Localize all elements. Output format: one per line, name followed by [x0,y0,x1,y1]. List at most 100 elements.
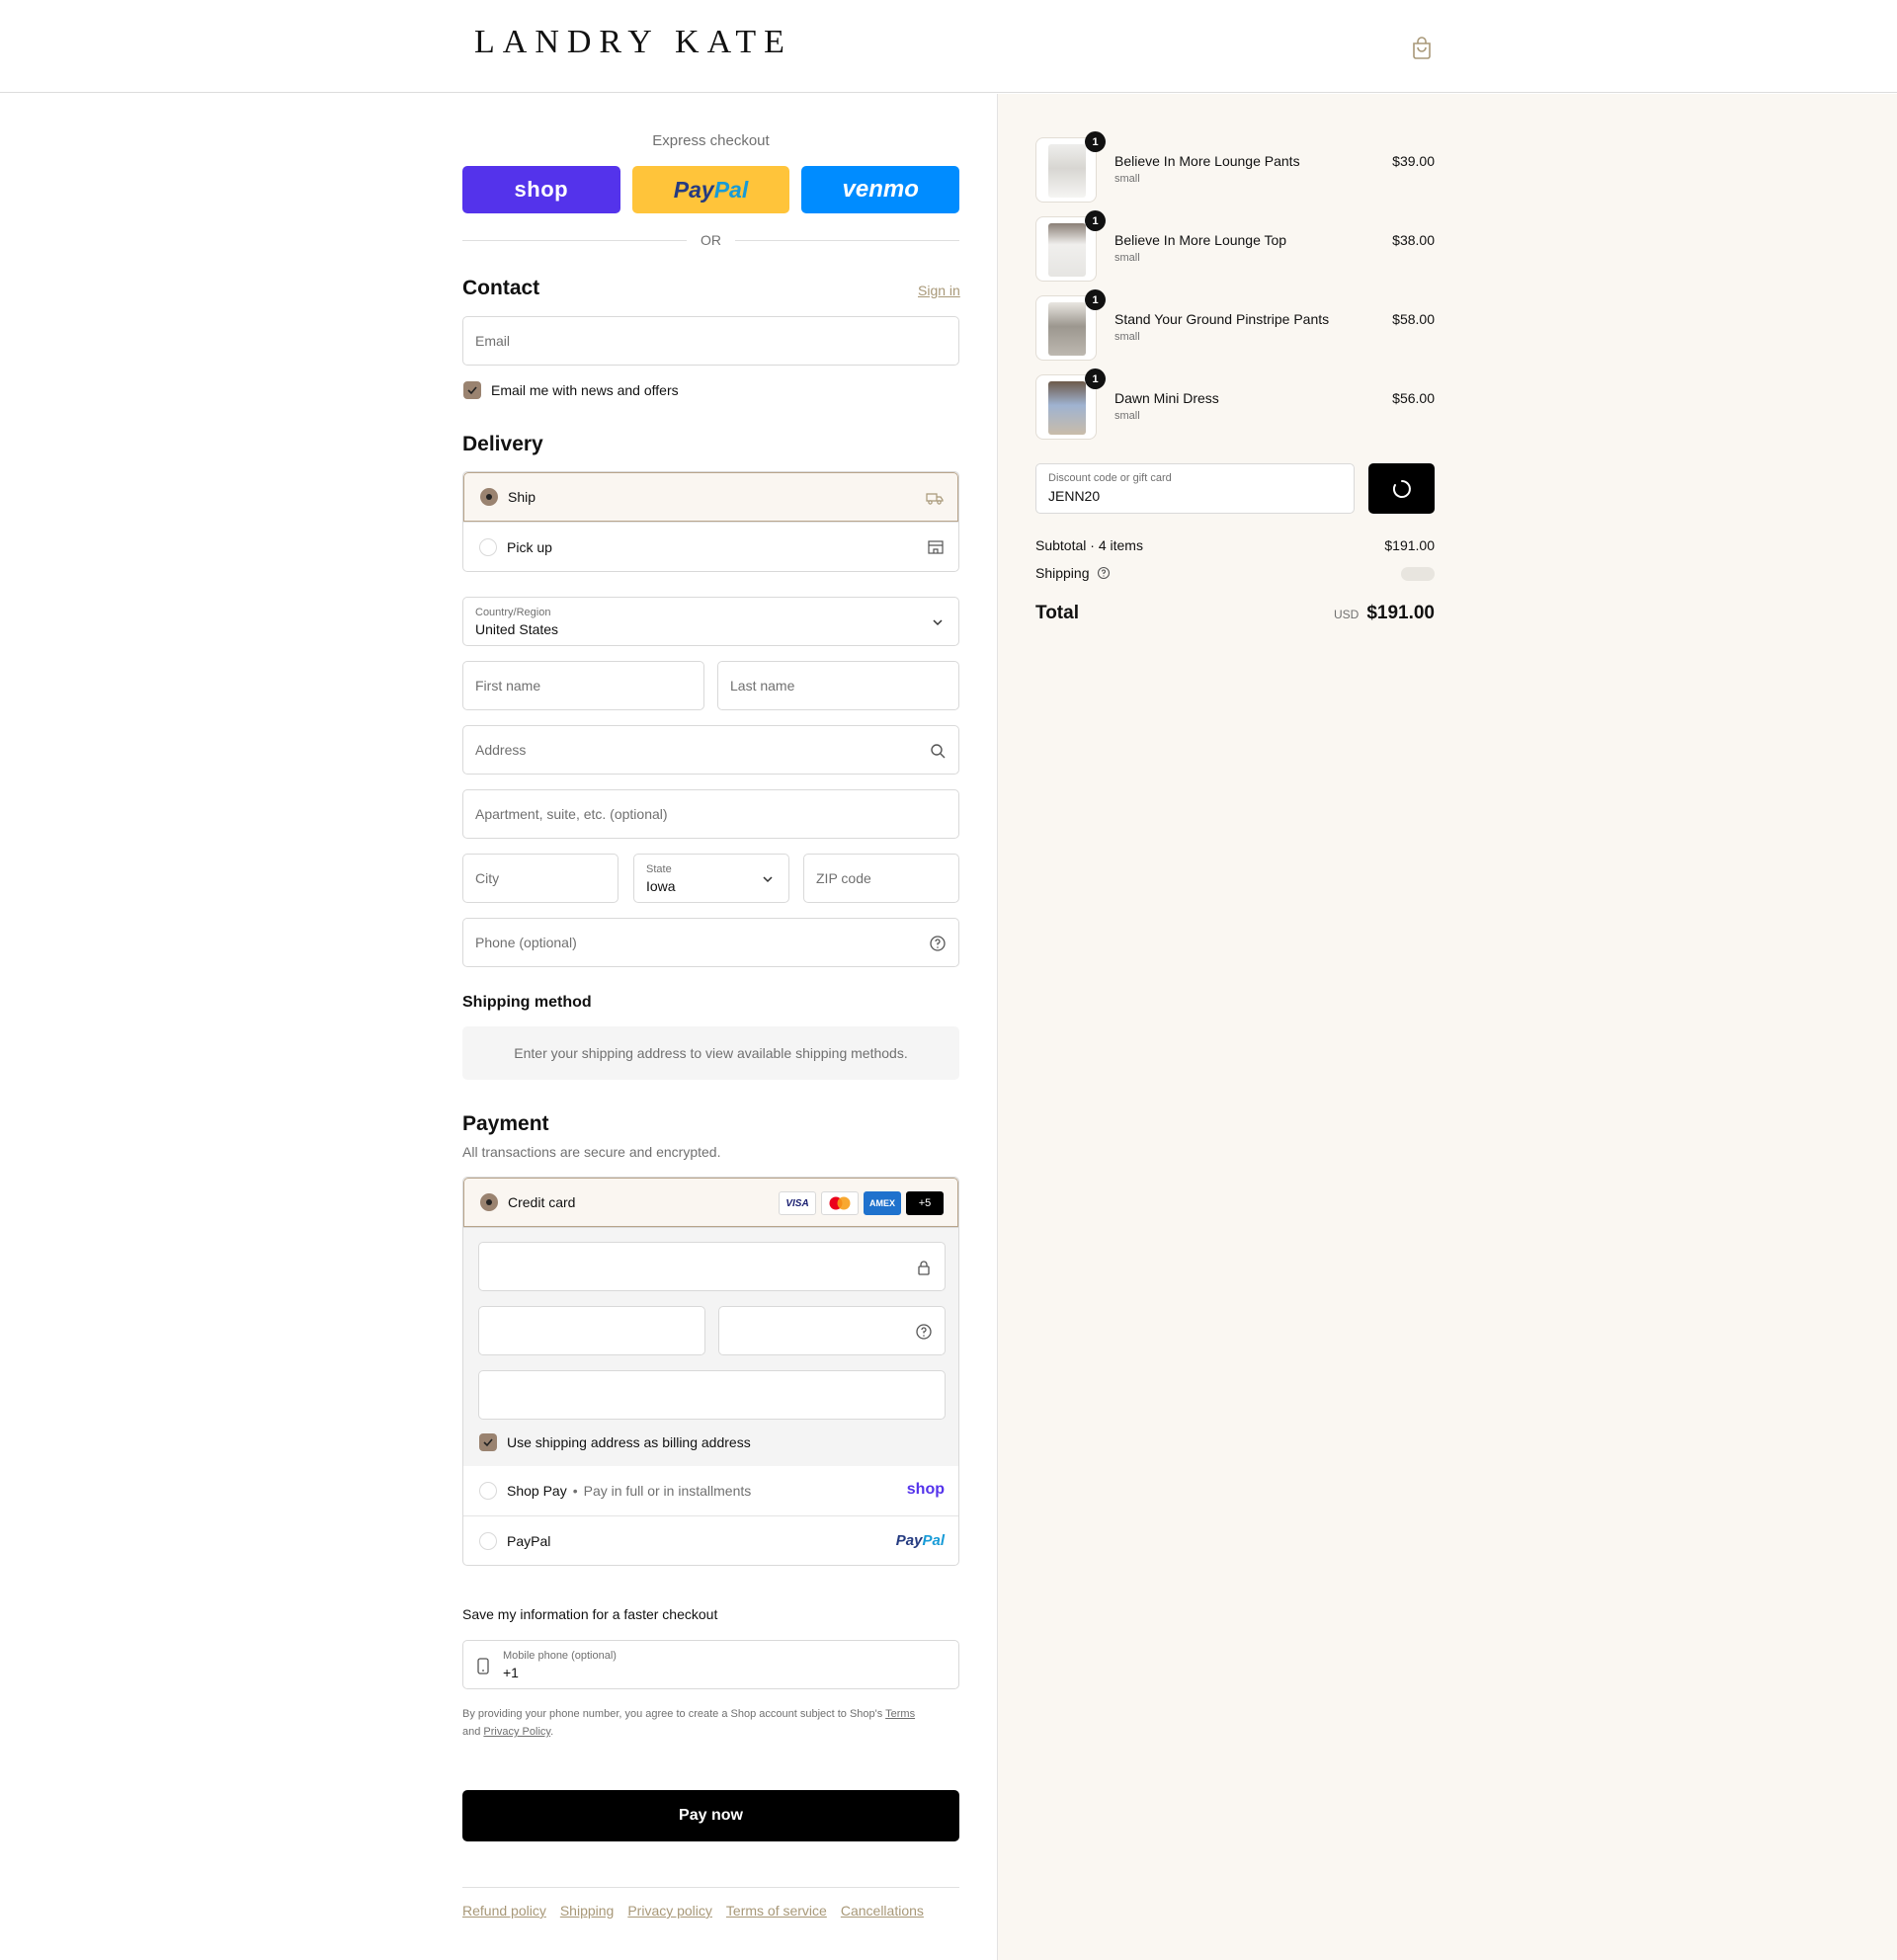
payment-heading: Payment [462,1112,549,1135]
item-variant: small [1114,252,1140,264]
store-logo[interactable]: LANDRY KATE [474,24,792,61]
subtotal-label: Subtotal · 4 items [1035,537,1143,553]
footer-link-terms-of-service[interactable]: Terms of service [726,1903,827,1919]
privacy-policy-link[interactable]: Privacy Policy [483,1726,550,1738]
delivery-option-ship[interactable]: Ship [463,472,958,522]
payment-options: Credit card VISA AMEX +5 Use shipping ad… [462,1177,959,1566]
delivery-heading: Delivery [462,433,543,455]
country-select[interactable]: Country/Region United States [462,597,959,646]
discount-value: JENN20 [1048,488,1101,504]
credit-card-form: Use shipping address as billing address [463,1227,958,1466]
news-offers-checkbox-row[interactable]: Email me with news and offers [463,381,679,399]
order-item: 1 Believe In More Lounge Top small $38.0… [1035,210,1435,282]
or-text: OR [701,232,721,248]
address-field[interactable]: Address [462,725,959,775]
apply-discount-button[interactable] [1368,463,1435,514]
footer-link-cancellations[interactable]: Cancellations [841,1903,924,1919]
country-value: United States [475,621,559,637]
order-item: 1 Believe In More Lounge Pants small $39… [1035,131,1435,203]
quantity-badge: 1 [1085,289,1106,310]
item-name: Dawn Mini Dress [1114,390,1219,406]
first-name-field[interactable]: First name [462,661,704,710]
paypal-radio[interactable] [479,1531,497,1550]
discount-label: Discount code or gift card [1048,472,1172,484]
state-label: State [646,863,672,875]
zip-placeholder: ZIP code [816,870,871,886]
apartment-placeholder: Apartment, suite, etc. (optional) [475,806,668,822]
legal-prefix: By providing your phone number, you agre… [462,1708,883,1720]
shopping-bag-icon[interactable] [1411,36,1433,59]
last-name-field[interactable]: Last name [717,661,959,710]
legal-text: By providing your phone number, you agre… [462,1705,959,1741]
mastercard-icon [821,1191,859,1215]
ship-label: Ship [508,489,536,505]
subtotal-row: Subtotal · 4 items $191.00 [1035,537,1435,553]
mobile-phone-icon [477,1658,489,1674]
store-icon [928,540,944,554]
pickup-label: Pick up [507,538,552,555]
chevron-down-icon [763,876,773,883]
name-on-card-field[interactable] [478,1370,946,1420]
ship-radio[interactable] [480,488,498,506]
help-circle-icon[interactable] [929,935,947,952]
amex-icon: AMEX [864,1191,901,1215]
delivery-option-pickup[interactable]: Pick up [463,522,958,571]
credit-card-radio[interactable] [480,1193,498,1211]
legal-and: and [462,1726,481,1738]
apartment-field[interactable]: Apartment, suite, etc. (optional) [462,789,959,839]
zip-field[interactable]: ZIP code [803,854,959,903]
footer-link-shipping[interactable]: Shipping [560,1903,615,1919]
check-icon [483,1438,493,1447]
currency-code: USD [1333,608,1360,621]
payment-note: All transactions are secure and encrypte… [462,1144,721,1160]
help-circle-icon[interactable] [1097,566,1111,580]
paypal-express-button[interactable]: Pay Pal [631,166,790,213]
billing-address-checkbox[interactable] [479,1433,497,1451]
venmo-express-button[interactable]: venmo [801,166,960,213]
discount-code-field[interactable]: Discount code or gift card JENN20 [1035,463,1355,514]
payment-option-credit-card[interactable]: Credit card VISA AMEX +5 [463,1178,958,1227]
state-select[interactable]: State Iowa [633,854,789,903]
check-icon [467,386,477,395]
shop-label: shop [514,177,569,202]
item-price: $58.00 [1392,311,1435,327]
item-variant: small [1114,331,1140,343]
footer-link-refund-policy[interactable]: Refund policy [462,1903,546,1919]
mobile-phone-field[interactable]: Mobile phone (optional) +1 [462,1640,959,1689]
pickup-radio[interactable] [479,537,497,556]
help-circle-icon[interactable] [915,1323,933,1341]
billing-address-checkbox-row[interactable]: Use shipping address as billing address [479,1433,751,1451]
footer-link-privacy-policy[interactable]: Privacy policy [627,1903,712,1919]
payment-option-paypal[interactable]: PayPal PayPal [463,1515,958,1565]
sign-in-link[interactable]: Sign in [918,283,960,298]
pay-now-button[interactable]: Pay now [462,1790,959,1841]
payment-option-shop-pay[interactable]: Shop Pay • Pay in full or in installment… [463,1466,958,1515]
truck-icon [926,493,944,505]
state-value: Iowa [646,878,676,894]
shop-pay-express-button[interactable]: shop [462,166,620,213]
news-offers-checkbox[interactable] [463,381,481,399]
or-divider: OR [462,230,959,250]
city-field[interactable]: City [462,854,619,903]
phone-field[interactable]: Phone (optional) [462,918,959,967]
more-cards-badge: +5 [906,1191,944,1215]
quantity-badge: 1 [1085,368,1106,389]
terms-link[interactable]: Terms [885,1708,915,1720]
shipping-loading-placeholder [1401,567,1435,581]
card-number-field[interactable] [478,1242,946,1291]
loading-spinner-icon [1392,479,1411,498]
news-offers-label: Email me with news and offers [491,382,679,398]
security-code-field[interactable] [718,1306,946,1355]
shop-pay-radio[interactable] [479,1482,497,1500]
chevron-down-icon [933,619,943,626]
venmo-label: venmo [842,176,919,203]
subtotal-value: $191.00 [1384,537,1435,553]
expiration-field[interactable] [478,1306,705,1355]
paypal-label-1: Pay [673,176,714,203]
item-name: Believe In More Lounge Pants [1114,153,1300,169]
bullet-separator: • [572,1483,578,1499]
item-price: $38.00 [1392,232,1435,248]
express-checkout-title: Express checkout [652,132,770,149]
email-field[interactable]: Email [462,316,959,366]
phone-placeholder: Phone (optional) [475,935,577,950]
